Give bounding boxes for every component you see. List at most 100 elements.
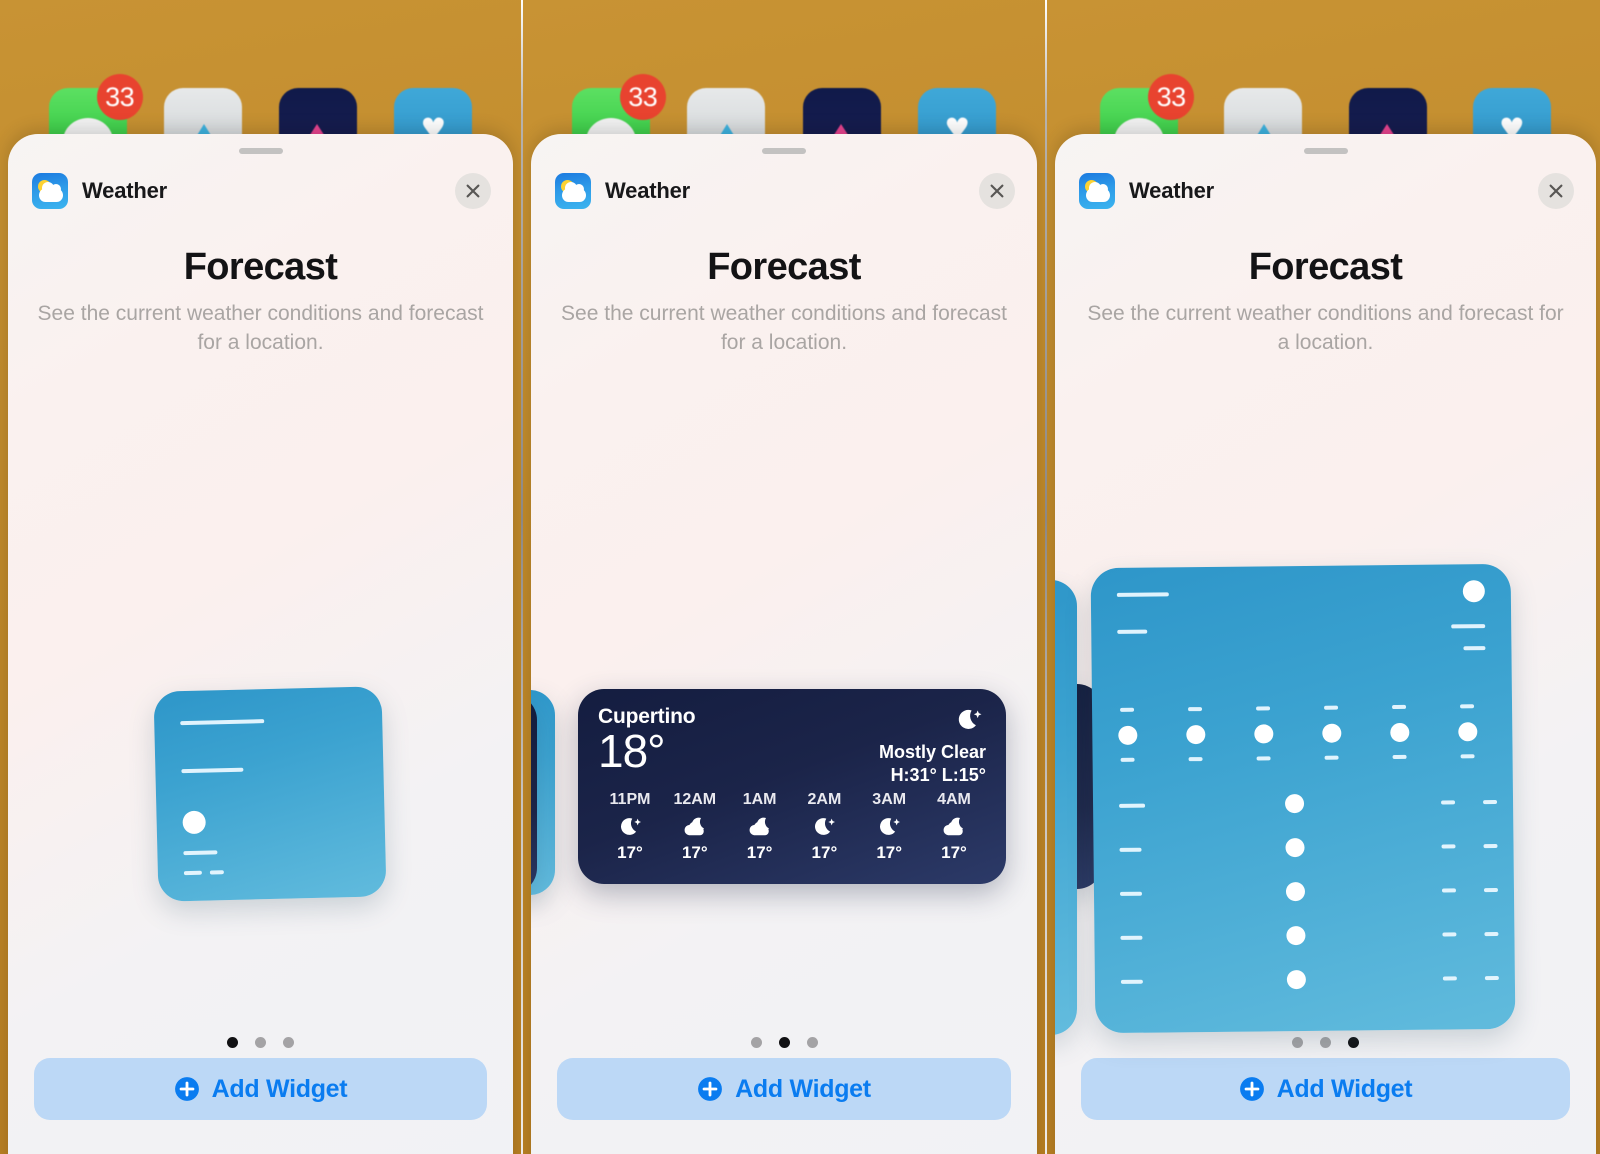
add-widget-button[interactable]: Add Widget [34, 1058, 487, 1120]
close-button[interactable] [979, 173, 1015, 209]
widget-description: See the current weather conditions and f… [561, 302, 1007, 354]
close-button[interactable] [455, 173, 491, 209]
skeleton-line [1392, 704, 1407, 710]
cloud-icon [1086, 182, 1110, 202]
skeleton-line [181, 767, 244, 774]
skeleton-dot [1286, 969, 1306, 990]
skeleton-line [1441, 800, 1456, 805]
notification-badge: 33 [619, 74, 666, 120]
widget-preview-carousel-1[interactable] [8, 384, 513, 984]
hour-time: 11PM [609, 791, 651, 808]
app-name-label: Weather [82, 178, 167, 203]
page-dot-2[interactable] [778, 1037, 790, 1048]
skeleton-line [1460, 704, 1475, 709]
skeleton-dot [1284, 793, 1305, 814]
add-widget-label: Add Widget [735, 1074, 871, 1103]
weather-app-icon [555, 173, 591, 209]
widget-preview-medium[interactable]: Cupertino 18° Mostly Clear H:31° L:15° 1… [578, 689, 1006, 884]
skeleton-line [1441, 844, 1456, 849]
page-dot-1[interactable] [1292, 1037, 1303, 1048]
add-widget-label: Add Widget [211, 1074, 348, 1103]
hour-temp: 17° [811, 843, 838, 862]
sheet-grabber[interactable] [1303, 148, 1348, 154]
skeleton-line [1256, 756, 1271, 761]
hour-temp: 17° [746, 843, 773, 862]
hour-time: 12AM [673, 791, 717, 808]
skeleton-line [1188, 707, 1203, 712]
widget-preview-large[interactable] [1090, 563, 1516, 1034]
skeleton-line [1119, 847, 1142, 852]
hour-icon-wrap [924, 812, 984, 842]
close-icon [990, 184, 1004, 198]
hourly-forecast-item: 3AM 17° [859, 791, 919, 863]
hour-time: 4AM [937, 791, 971, 808]
add-widget-button[interactable]: Add Widget [1081, 1058, 1570, 1120]
skeleton-line [1484, 931, 1499, 937]
widget-preview-peek-edge [531, 694, 537, 894]
widget-preview-carousel-2[interactable]: Cupertino 18° Mostly Clear H:31° L:15° 1… [531, 384, 1037, 984]
skeleton-dot [1462, 580, 1485, 603]
skeleton-line [1120, 979, 1143, 984]
skeleton-line [1483, 887, 1498, 893]
app-name-label: Weather [1129, 178, 1214, 203]
hour-time: 1AM [742, 791, 777, 808]
skeleton-dot [1458, 722, 1478, 742]
skeleton-line [209, 870, 224, 875]
cloud-moon-icon [749, 817, 769, 836]
cloud-moon-icon [943, 817, 963, 836]
skeleton-line [1120, 707, 1135, 712]
notification-badge: 33 [96, 74, 143, 120]
close-button[interactable] [1538, 173, 1574, 209]
skeleton-line [1441, 888, 1456, 893]
skeleton-dot [1390, 722, 1410, 743]
add-widget-button[interactable]: Add Widget [557, 1058, 1011, 1120]
widget-description: See the current weather conditions and f… [37, 302, 484, 354]
skeleton-line [1451, 624, 1486, 629]
hour-icon-wrap [665, 812, 725, 842]
skeleton-line [1442, 932, 1457, 937]
widget-detail-sheet-2: Weather Forecast See the current weather… [531, 134, 1037, 1154]
page-indicator-3[interactable] [1055, 1037, 1596, 1048]
skeleton-line [1120, 935, 1143, 940]
widget-preview-small[interactable] [153, 686, 387, 902]
page-dot-1[interactable] [227, 1037, 238, 1048]
moon-stars-icon [815, 818, 836, 835]
add-widget-label: Add Widget [1276, 1074, 1413, 1103]
panel-divider-1 [521, 0, 523, 1154]
panel-divider-2 [1045, 0, 1047, 1154]
cloud-icon [39, 182, 63, 202]
weather-high-low: H:31° L:15° [890, 765, 986, 785]
sheet-header-2: Weather [531, 164, 1037, 218]
page-indicator-2[interactable] [531, 1037, 1037, 1048]
hourly-forecast-item: 12AM 17° [665, 791, 725, 863]
sheet-grabber[interactable] [762, 148, 806, 154]
hour-icon-wrap [859, 812, 919, 842]
page-dot-3[interactable] [806, 1037, 818, 1048]
skeleton-dot [1285, 881, 1306, 902]
hour-icon-wrap [600, 812, 660, 842]
page-dot-2[interactable] [1320, 1037, 1331, 1048]
skeleton-line [1119, 891, 1143, 896]
page-dot-3[interactable] [283, 1037, 294, 1048]
hour-temp: 17° [941, 843, 967, 862]
sheet-header-1: Weather [8, 164, 513, 218]
plus-circle-icon [174, 1077, 199, 1101]
hour-icon-wrap [794, 812, 854, 842]
skeleton-dot [1118, 725, 1138, 745]
hourly-forecast-item: 11PM 17° [600, 791, 660, 863]
sheet-grabber[interactable] [238, 148, 283, 154]
page-dot-2[interactable] [255, 1037, 266, 1048]
skeleton-dot [1254, 724, 1274, 744]
widget-detail-sheet-3: Weather Forecast See the current weather… [1055, 134, 1596, 1154]
skeleton-line [1117, 629, 1148, 634]
widget-preview-carousel-3[interactable] [1055, 384, 1596, 1035]
page-dot-1[interactable] [750, 1037, 762, 1048]
skeleton-line [183, 870, 202, 876]
page-indicator-1[interactable] [8, 1037, 513, 1048]
cloud-moon-icon [684, 817, 704, 836]
page-dot-3[interactable] [1348, 1037, 1359, 1048]
plus-circle-icon [1239, 1077, 1264, 1101]
hourly-forecast-item: 2AM 17° [794, 791, 854, 863]
skeleton-line [1483, 843, 1498, 849]
plus-circle-icon [698, 1077, 723, 1101]
